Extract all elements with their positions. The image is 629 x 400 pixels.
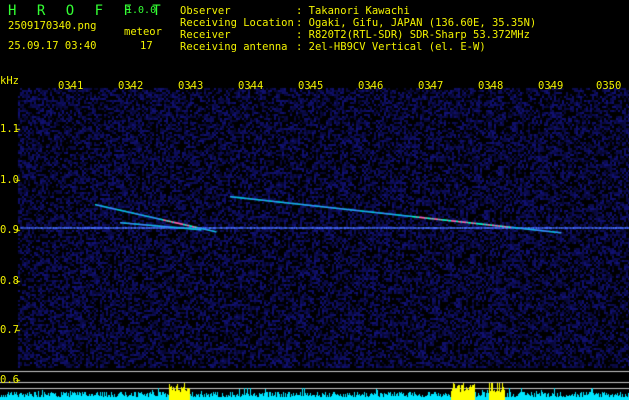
y-tick-1-1: 1.1 <box>0 123 19 135</box>
location-label: Receiving Location <box>180 17 294 29</box>
datetime: 25.09.17 03:40 <box>8 40 97 52</box>
receiver-value: : R820T2(RTL-SDR) SDR-Sharp 53.372MHz <box>296 29 530 41</box>
meteor-label: meteor <box>124 26 162 38</box>
x-tick-0344: 0344 <box>238 80 264 92</box>
spectrogram-canvas <box>0 72 629 400</box>
y-tick-0-8: 0.8 <box>0 275 19 287</box>
receiver-label: Receiver <box>180 29 231 41</box>
y-tick-0-9: 0.9 <box>0 224 19 236</box>
x-tick-0342: 0342 <box>118 80 144 92</box>
meteor-count: 17 <box>140 40 153 52</box>
y-tick-1-0: 1.0 <box>0 174 19 186</box>
y-tick-0-7: 0.7 <box>0 324 19 336</box>
antenna-value: : 2el-HB9CV Vertical (el. E-W) <box>296 41 486 53</box>
x-tick-0348: 0348 <box>478 80 504 92</box>
x-tick-0349: 0349 <box>538 80 564 92</box>
observer-label: Observer <box>180 5 231 17</box>
app-version: 1.0.0 <box>126 5 157 16</box>
y-unit-label: kHz <box>0 75 19 87</box>
x-tick-0343: 0343 <box>178 80 204 92</box>
file-name: 2509170340.png <box>8 20 97 32</box>
x-tick-0345: 0345 <box>298 80 324 92</box>
x-tick-0350: 0350 <box>596 80 622 92</box>
x-tick-0346: 0346 <box>358 80 384 92</box>
location-value: : Ogaki, Gifu, JAPAN (136.60E, 35.35N) <box>296 17 537 29</box>
x-tick-0341: 0341 <box>58 80 84 92</box>
y-tick-0-6: 0.6 <box>0 374 19 386</box>
observer-value: : Takanori Kawachi <box>296 5 410 17</box>
header-panel: H R O F F T 1.0.0 2509170340.png 25.09.1… <box>0 0 629 72</box>
x-tick-0347: 0347 <box>418 80 444 92</box>
antenna-label: Receiving antenna <box>180 41 288 53</box>
